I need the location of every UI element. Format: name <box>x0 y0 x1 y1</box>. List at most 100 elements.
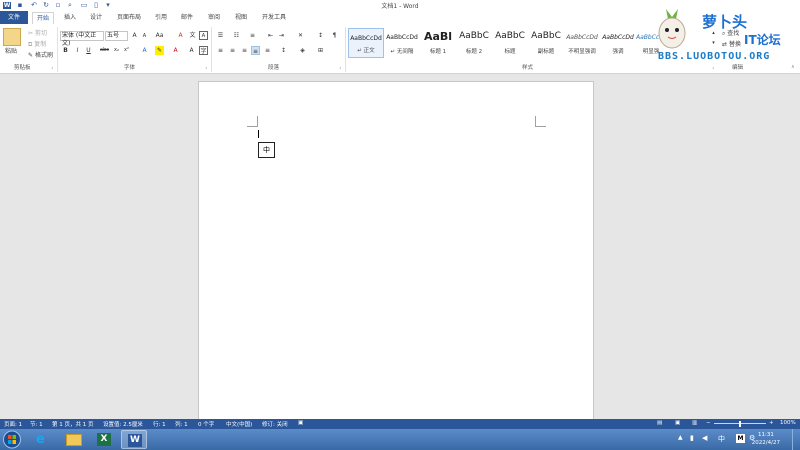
status-row[interactable]: 行: 1 <box>153 420 166 428</box>
char-border-icon[interactable]: A <box>199 31 208 40</box>
style-title[interactable]: AaBbC 标题 <box>492 28 528 58</box>
ime-tray[interactable]: 中 <box>718 434 725 444</box>
status-word-count[interactable]: 0 个字 <box>198 420 214 428</box>
subscript-icon[interactable]: x₂ <box>112 46 121 55</box>
macro-record-icon[interactable]: ▣ <box>298 420 303 426</box>
style-normal[interactable]: AaBbCcDd ↵ 正文 <box>348 28 384 58</box>
tab-design[interactable]: 设计 <box>86 12 106 24</box>
shrink-font-icon[interactable]: A <box>140 32 149 41</box>
tab-review[interactable]: 审阅 <box>204 12 224 24</box>
font-name-value: 宋体 (中文正文) <box>62 32 97 47</box>
numbering-icon[interactable]: ☷ <box>232 31 241 40</box>
taskbar-word[interactable]: W <box>121 430 147 449</box>
line-spacing-icon[interactable]: ↕ <box>279 46 288 55</box>
align-right-icon[interactable]: ≡ <box>240 46 249 55</box>
change-case-icon[interactable]: Aa <box>155 31 164 40</box>
zoom-in-icon[interactable]: + <box>769 420 774 426</box>
zoom-level[interactable]: 100% <box>780 420 796 426</box>
clock[interactable]: 11:31 2022/4/27 <box>752 431 780 447</box>
ime-mode-icon[interactable]: M <box>736 434 745 443</box>
enclose-char-icon[interactable]: 字 <box>199 46 208 55</box>
align-left-icon[interactable]: ≡ <box>216 46 225 55</box>
status-revisions[interactable]: 修订: 关闭 <box>262 420 288 428</box>
format-painter-button[interactable]: ✎ 格式刷 <box>28 50 53 59</box>
text-effects-icon[interactable]: A <box>140 46 149 55</box>
char-shading-icon[interactable]: A <box>187 46 196 55</box>
document-page[interactable]: 中 <box>198 81 594 421</box>
show-marks-icon[interactable]: ¶ <box>330 31 339 40</box>
bullets-icon[interactable]: ☰ <box>216 31 225 40</box>
style-emphasis[interactable]: AaBbCcDd 强调 <box>600 28 636 58</box>
chinese-layout-icon[interactable]: ✕ <box>296 31 305 40</box>
print-layout-icon[interactable]: ▣ <box>675 420 680 426</box>
folder-icon <box>66 434 82 446</box>
borders-icon[interactable]: ⊞ <box>316 46 325 55</box>
style-sample: AaBbC <box>495 31 525 41</box>
style-subtle-emphasis[interactable]: AaBbCcDd 不明显强调 <box>564 28 600 58</box>
document-area[interactable]: 中 <box>0 75 800 421</box>
decrease-indent-icon[interactable]: ⇤ <box>266 31 275 40</box>
status-language[interactable]: 中文(中国) <box>226 420 252 428</box>
multilevel-list-icon[interactable]: ≡ <box>248 31 257 40</box>
volume-icon[interactable]: ◀ <box>702 434 707 442</box>
copy-label: 复制 <box>34 41 47 48</box>
zoom-out-icon[interactable]: − <box>706 420 711 426</box>
style-name: ↵ 正文 <box>357 48 375 54</box>
font-launcher-icon[interactable]: ⌟ <box>205 64 207 70</box>
bold-icon[interactable]: B <box>61 46 70 55</box>
clear-format-icon[interactable]: A <box>176 31 185 40</box>
italic-icon[interactable]: I <box>73 46 82 55</box>
copy-button[interactable]: ⧉ 复制 <box>28 39 46 49</box>
underline-icon[interactable]: U <box>84 46 93 55</box>
status-bar: 页面: 1 节: 1 第 1 页，共 1 页 设置值: 2.5厘米 行: 1 列… <box>0 419 800 429</box>
superscript-icon[interactable]: x² <box>122 46 131 55</box>
increase-indent-icon[interactable]: ⇥ <box>277 31 286 40</box>
paste-icon[interactable] <box>3 28 21 46</box>
paragraph-launcher-icon[interactable]: ⌟ <box>339 64 341 70</box>
tray-expand-icon[interactable]: ▲ <box>678 434 683 441</box>
sort-icon[interactable]: ↕ <box>316 31 325 40</box>
status-position[interactable]: 设置值: 2.5厘米 <box>103 420 143 428</box>
read-mode-icon[interactable]: ▤ <box>657 420 662 426</box>
tab-page-layout[interactable]: 页面布局 <box>113 12 145 24</box>
clipboard-launcher-icon[interactable]: ⌟ <box>51 64 53 70</box>
tab-developer[interactable]: 开发工具 <box>258 12 290 24</box>
show-desktop-button[interactable] <box>792 429 800 450</box>
zoom-slider-thumb[interactable] <box>739 421 741 427</box>
taskbar-ie[interactable]: e <box>31 430 57 449</box>
status-section[interactable]: 节: 1 <box>30 420 43 428</box>
tab-view[interactable]: 视图 <box>231 12 251 24</box>
clock-time: 11:31 <box>757 432 774 438</box>
shading-icon[interactable]: ◈ <box>298 46 307 55</box>
web-layout-icon[interactable]: ▥ <box>692 420 697 426</box>
taskbar-explorer[interactable] <box>61 430 87 449</box>
tab-mailings[interactable]: 邮件 <box>177 12 197 24</box>
strikethrough-icon[interactable]: abc <box>100 46 109 55</box>
style-heading-1[interactable]: AaBl 标题 1 <box>420 28 456 58</box>
style-subtitle[interactable]: AaBbC 副标题 <box>528 28 564 58</box>
font-size-select[interactable]: 五号 <box>105 31 128 41</box>
style-no-spacing[interactable]: AaBbCcDd ↵ 无间隔 <box>384 28 420 58</box>
highlight-icon[interactable]: ✎ <box>155 46 164 55</box>
tab-home[interactable]: 开始 <box>32 12 55 24</box>
cut-button[interactable]: ✂ 剪切 <box>28 28 47 37</box>
divider <box>345 27 346 72</box>
paste-button[interactable]: 粘贴 <box>5 46 17 55</box>
tab-references[interactable]: 引用 <box>151 12 171 24</box>
distributed-icon[interactable]: ≡ <box>263 46 272 55</box>
font-name-select[interactable]: 宋体 (中文正文) <box>60 31 104 47</box>
align-center-icon[interactable]: ≡ <box>228 46 237 55</box>
style-heading-2[interactable]: AaBbC 标题 2 <box>456 28 492 58</box>
start-button[interactable] <box>2 430 26 449</box>
status-page-count[interactable]: 第 1 页，共 1 页 <box>52 420 94 428</box>
network-icon[interactable]: ▮ <box>690 434 694 442</box>
phonetic-guide-icon[interactable]: 文 <box>188 31 197 40</box>
status-col[interactable]: 列: 1 <box>175 420 188 428</box>
grow-font-icon[interactable]: A <box>130 31 139 40</box>
tab-file[interactable]: 文件 <box>0 11 28 24</box>
taskbar-excel[interactable]: X <box>91 430 117 449</box>
tab-insert[interactable]: 插入 <box>60 12 80 24</box>
status-page[interactable]: 页面: 1 <box>4 420 22 428</box>
justify-icon[interactable]: ≡ <box>251 46 260 55</box>
font-color-icon[interactable]: A <box>171 46 180 55</box>
